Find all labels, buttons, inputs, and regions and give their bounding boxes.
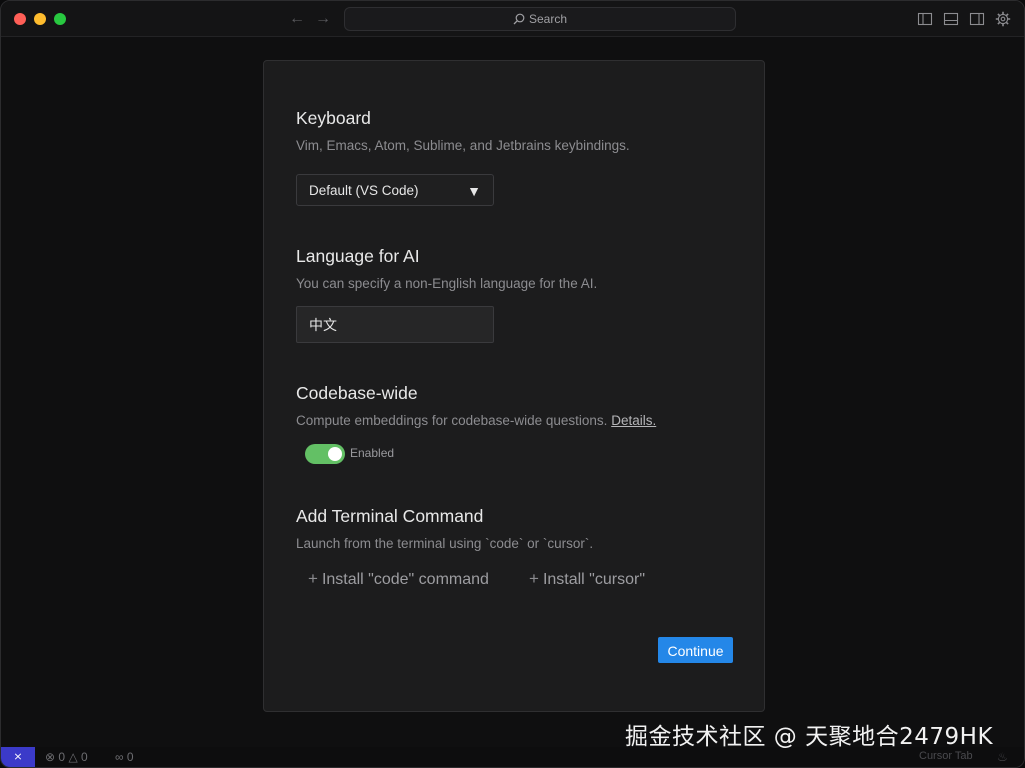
plus-icon: +: [529, 569, 539, 588]
maximize-window-button[interactable]: [54, 13, 66, 25]
terminal-title: Add Terminal Command: [296, 506, 484, 526]
warning-count: 0: [81, 750, 88, 764]
app-window: ← → Search Keyboard Vim, Emacs, Atom, Su…: [0, 0, 1025, 768]
codebase-description-text: Compute embeddings for codebase-wide que…: [296, 413, 608, 428]
ports-count: 0: [126, 750, 134, 764]
language-description: You can specify a non-English language f…: [296, 276, 598, 291]
title-bar: ← → Search: [1, 1, 1024, 37]
problems-indicator[interactable]: ⊗ 0 △ 0: [45, 750, 88, 764]
minimize-window-button[interactable]: [34, 13, 46, 25]
plus-icon: +: [308, 569, 318, 588]
toggle-knob: [328, 447, 342, 461]
language-title: Language for AI: [296, 246, 420, 266]
keyboard-title: Keyboard: [296, 108, 371, 128]
codebase-embeddings-toggle[interactable]: [305, 444, 345, 464]
continue-button[interactable]: Continue: [658, 637, 733, 663]
dropdown-triangle-icon: ▼: [467, 183, 481, 199]
watermark-text: 掘金技术社区 @ 天聚地合2479HK: [625, 724, 994, 750]
warning-icon: △: [68, 750, 78, 764]
toggle-panel-icon[interactable]: [943, 11, 959, 27]
remote-indicator-icon[interactable]: ⨯: [1, 747, 35, 767]
ai-language-input[interactable]: [296, 306, 494, 343]
onboarding-settings-dialog: Keyboard Vim, Emacs, Atom, Sublime, and …: [263, 60, 765, 712]
cursor-tab-status[interactable]: Cursor Tab: [919, 750, 973, 762]
gear-icon[interactable]: [995, 11, 1011, 27]
keybinding-selected-value: Default (VS Code): [309, 183, 419, 198]
keybinding-select[interactable]: Default (VS Code) ▼: [296, 174, 494, 206]
search-icon: [513, 13, 525, 25]
error-count: 0: [58, 750, 66, 764]
search-label: Search: [528, 12, 568, 26]
keyboard-description: Vim, Emacs, Atom, Sublime, and Jetbrains…: [296, 138, 630, 153]
forward-arrow-icon[interactable]: →: [314, 10, 332, 28]
terminal-description: Launch from the terminal using `code` or…: [296, 536, 594, 551]
close-window-button[interactable]: [14, 13, 26, 25]
command-search-box[interactable]: Search: [344, 7, 736, 31]
toggle-label: Enabled: [350, 446, 395, 460]
ports-indicator[interactable]: ∞ 0: [115, 750, 134, 764]
install-cursor-command-button[interactable]: + Install "cursor": [529, 569, 645, 589]
install-code-label: Install "code" command: [321, 571, 489, 588]
codebase-title: Codebase-wide: [296, 383, 418, 403]
error-icon: ⊗: [45, 750, 56, 764]
install-code-command-button[interactable]: + Install "code" command: [308, 569, 489, 589]
install-cursor-label: Install "cursor": [542, 571, 645, 588]
toggle-secondary-sidebar-icon[interactable]: [969, 11, 985, 27]
back-arrow-icon[interactable]: ←: [288, 10, 306, 28]
codebase-description: Compute embeddings for codebase-wide que…: [296, 413, 656, 428]
details-link[interactable]: Details.: [611, 413, 656, 428]
toggle-primary-sidebar-icon[interactable]: [917, 11, 933, 27]
bell-icon[interactable]: ♨: [997, 750, 1008, 764]
broadcast-icon: ∞: [115, 750, 124, 764]
